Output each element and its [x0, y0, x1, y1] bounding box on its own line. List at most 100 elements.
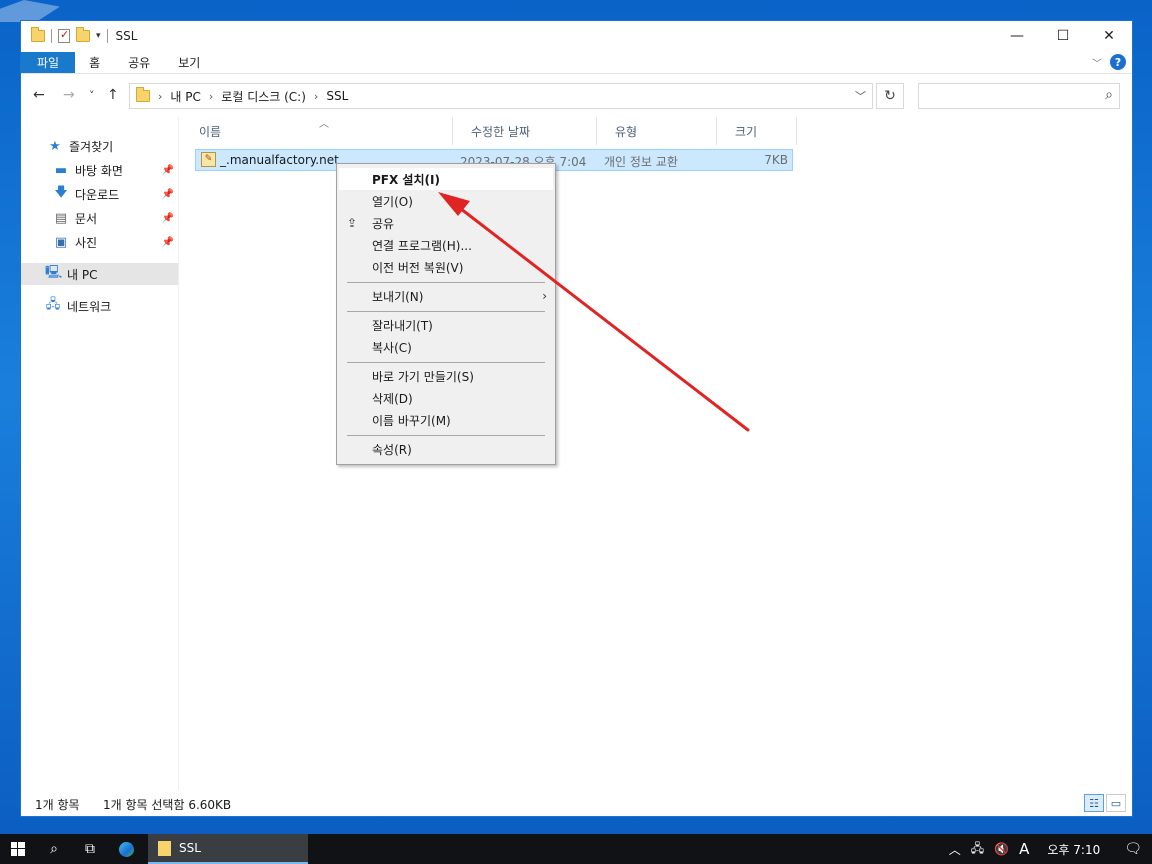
- network-status-icon[interactable]: 🖧: [971, 839, 984, 860]
- selection-info: 1개 항목 선택함 6.60KB: [103, 798, 232, 812]
- sidebar-item-quick-access[interactable]: ★ 즐겨찾기: [21, 135, 178, 157]
- folder-icon: [158, 840, 171, 856]
- navigation-bar: ← → ˅ ↑ › 내 PC › 로컬 디스크 (C:) › SSL ﹀ ↻ ⌕: [21, 81, 1132, 111]
- maximize-button[interactable]: ☐: [1040, 21, 1086, 51]
- sidebar-item-this-pc[interactable]: 🖳 내 PC: [21, 263, 178, 285]
- document-icon: ▤: [54, 210, 68, 226]
- certificate-file-icon: ✎: [201, 152, 216, 167]
- properties-icon[interactable]: [58, 28, 70, 43]
- notification-center-icon[interactable]: 🗨: [1124, 841, 1142, 857]
- menu-item-copy[interactable]: 복사(C): [339, 336, 553, 358]
- star-icon: ★: [49, 138, 61, 154]
- menu-separator: [347, 282, 545, 283]
- menu-item-share[interactable]: ⇪ 공유: [339, 212, 553, 234]
- breadcrumb-local-disk[interactable]: 로컬 디스크 (C:): [221, 88, 306, 105]
- new-folder-icon[interactable]: [76, 27, 90, 42]
- sidebar-item-label: 바탕 화면: [75, 163, 123, 178]
- desktop-icon: ▬: [54, 162, 68, 178]
- folder-icon: [136, 87, 150, 102]
- divider: [51, 29, 52, 43]
- recent-locations-button[interactable]: ˅: [89, 89, 95, 102]
- tab-view[interactable]: 보기: [164, 52, 214, 73]
- breadcrumb-separator[interactable]: ›: [314, 90, 318, 103]
- column-header-date[interactable]: 수정한 날짜: [453, 117, 597, 145]
- tab-share[interactable]: 공유: [114, 52, 164, 73]
- submenu-arrow-icon: ›: [542, 289, 547, 303]
- status-bar: 1개 항목 1개 항목 선택함 6.60KB ☷ ▭: [21, 790, 1132, 816]
- context-menu: PFX 설치(I) 열기(O) ⇪ 공유 연결 프로그램(H)... 이전 버전…: [336, 163, 556, 465]
- back-button[interactable]: ←: [33, 87, 45, 103]
- file-type: 개인 정보 교환: [604, 155, 678, 169]
- column-header-name[interactable]: 이름: [181, 117, 453, 145]
- tab-home[interactable]: 홈: [75, 52, 114, 73]
- customize-dropdown-icon[interactable]: ▾: [96, 31, 101, 41]
- taskbar-app-explorer[interactable]: SSL: [148, 834, 308, 864]
- sidebar-item-network[interactable]: 🖧 네트워크: [21, 295, 178, 317]
- share-icon: ⇪: [347, 216, 358, 230]
- window-title: SSL: [115, 29, 138, 43]
- pin-icon: 📌: [161, 164, 174, 176]
- address-dropdown-icon[interactable]: ﹀: [855, 88, 866, 104]
- help-icon[interactable]: ?: [1110, 54, 1126, 70]
- menu-item-restore-previous[interactable]: 이전 버전 복원(V): [339, 256, 553, 278]
- sidebar-item-documents[interactable]: ▤ 문서 📌: [21, 207, 178, 229]
- start-button[interactable]: [0, 834, 36, 864]
- menu-item-properties[interactable]: 속성(R): [339, 438, 553, 460]
- column-header-size[interactable]: 크기: [717, 117, 797, 145]
- file-name: _.manualfactory.net: [220, 153, 339, 167]
- menu-item-create-shortcut[interactable]: 바로 가기 만들기(S): [339, 365, 553, 387]
- title-bar: ▾ SSL — ☐ ✕: [21, 21, 1132, 51]
- menu-item-open-with[interactable]: 연결 프로그램(H)...: [339, 234, 553, 256]
- desktop-recycle-icon: [0, 0, 60, 22]
- quick-access-toolbar: ▾: [21, 21, 108, 51]
- taskbar: ⌕ ⧉ SSL ︿ 🖧 🔇 A 오후 7:10 🗨: [0, 834, 1152, 864]
- task-view-icon[interactable]: ⧉: [72, 834, 108, 864]
- expand-ribbon-icon[interactable]: ﹀: [1092, 55, 1102, 70]
- menu-separator: [347, 435, 545, 436]
- ribbon-tabs: 파일 홈 공유 보기 ﹀ ?: [21, 52, 1132, 74]
- minimize-button[interactable]: —: [994, 21, 1040, 51]
- column-header-type[interactable]: 유형: [597, 117, 717, 145]
- network-icon: 🖧: [45, 297, 61, 312]
- menu-item-install-pfx[interactable]: PFX 설치(I): [339, 168, 553, 190]
- breadcrumb-this-pc[interactable]: 내 PC: [170, 88, 200, 105]
- breadcrumb-separator[interactable]: ›: [209, 90, 213, 103]
- sidebar-item-pictures[interactable]: ▣ 사진 📌: [21, 231, 178, 253]
- breadcrumb-separator[interactable]: ›: [158, 90, 162, 103]
- pin-icon: 📌: [161, 212, 174, 224]
- tab-file[interactable]: 파일: [21, 52, 76, 73]
- windows-logo-icon: [11, 842, 25, 856]
- pin-icon: 📌: [161, 236, 174, 248]
- show-hidden-icons-icon[interactable]: ︿: [949, 841, 961, 858]
- sidebar-item-label: 즐겨찾기: [69, 139, 114, 154]
- input-method-indicator[interactable]: A: [1019, 840, 1029, 858]
- search-icon[interactable]: ⌕: [36, 834, 72, 864]
- address-bar[interactable]: › 내 PC › 로컬 디스크 (C:) › SSL ﹀: [129, 83, 873, 109]
- sidebar-item-downloads[interactable]: 🡇 다운로드 📌: [21, 183, 178, 205]
- breadcrumb-ssl[interactable]: SSL: [326, 89, 348, 103]
- divider: [106, 29, 108, 43]
- up-button[interactable]: ↑: [107, 87, 119, 103]
- menu-item-label: 공유: [372, 216, 395, 231]
- clock[interactable]: 오후 7:10: [1047, 841, 1100, 858]
- forward-button[interactable]: →: [63, 87, 75, 103]
- menu-item-open[interactable]: 열기(O): [339, 190, 553, 212]
- explorer-window: ▾ SSL — ☐ ✕ 파일 홈 공유 보기 ﹀ ? ← → ˅ ↑ › 내 P…: [20, 20, 1133, 817]
- menu-item-delete[interactable]: 삭제(D): [339, 387, 553, 409]
- menu-item-rename[interactable]: 이름 바꾸기(M): [339, 409, 553, 431]
- edge-browser-icon[interactable]: [108, 834, 144, 864]
- close-button[interactable]: ✕: [1086, 21, 1132, 51]
- menu-item-send-to[interactable]: 보내기(N) ›: [339, 285, 553, 307]
- sidebar-item-label: 문서: [75, 211, 98, 226]
- item-count: 1개 항목: [35, 798, 80, 812]
- volume-muted-icon[interactable]: 🔇: [994, 842, 1009, 856]
- refresh-button[interactable]: ↻: [876, 83, 904, 109]
- large-icons-view-icon[interactable]: ▭: [1106, 794, 1126, 812]
- details-view-icon[interactable]: ☷: [1084, 794, 1104, 812]
- sidebar-item-label: 내 PC: [67, 267, 98, 282]
- file-list: ︿ 이름 수정한 날짜 유형 크기 ✎ _.manualfactory.net …: [181, 117, 1132, 790]
- search-input[interactable]: ⌕: [918, 83, 1120, 109]
- sidebar-item-desktop[interactable]: ▬ 바탕 화면 📌: [21, 159, 178, 181]
- navigation-pane: ★ 즐겨찾기 ▬ 바탕 화면 📌 🡇 다운로드 📌 ▤ 문서 📌 ▣ 사진 📌 …: [21, 117, 179, 790]
- menu-item-cut[interactable]: 잘라내기(T): [339, 314, 553, 336]
